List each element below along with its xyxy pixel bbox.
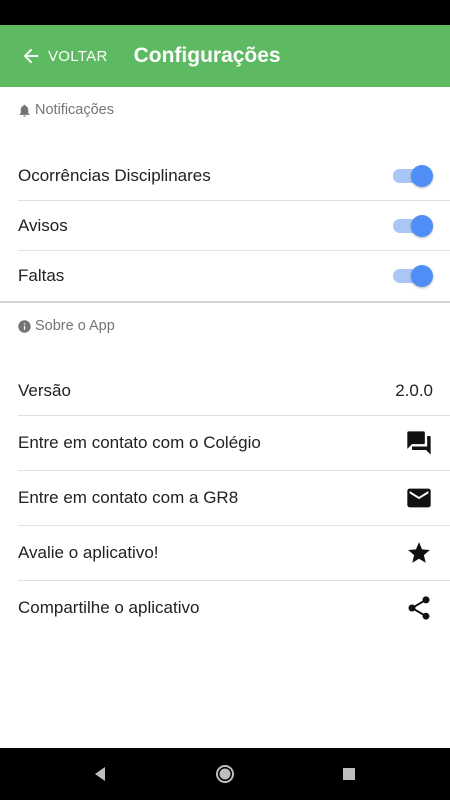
section-divider <box>0 301 450 303</box>
setting-row-ocorrencias[interactable]: Ocorrências Disciplinares <box>0 151 450 201</box>
nav-back-icon[interactable] <box>88 762 112 786</box>
chat-icon[interactable] <box>405 429 433 457</box>
share-app-label: Compartilhe o aplicativo <box>18 598 200 617</box>
version-value: 2.0.0 <box>395 381 433 400</box>
version-label: Versão <box>18 381 71 400</box>
faltas-toggle[interactable] <box>393 264 433 288</box>
star-icon[interactable] <box>405 539 433 567</box>
version-row: Versão 2.0.0 <box>0 366 450 416</box>
setting-label: Ocorrências Disciplinares <box>18 166 211 185</box>
nav-recents-icon[interactable] <box>337 762 361 786</box>
notifications-section-header: Notificações <box>0 102 114 118</box>
switch-thumb <box>411 265 433 287</box>
page-title: Configurações <box>133 44 281 67</box>
contact-school-label: Entre em contato com o Colégio <box>18 433 261 452</box>
about-header-label: Sobre o App <box>35 318 115 334</box>
rate-app-label: Avalie o aplicativo! <box>18 543 159 562</box>
switch-thumb <box>411 215 433 237</box>
share-app-row[interactable]: Compartilhe o aplicativo <box>0 581 450 635</box>
app-bar: VOLTAR Configurações <box>0 25 450 87</box>
navigation-bar <box>0 748 450 800</box>
notifications-header-label: Notificações <box>35 102 114 118</box>
ocorrencias-toggle[interactable] <box>393 164 433 188</box>
about-section-header: Sobre o App <box>0 318 115 334</box>
nav-home-icon[interactable] <box>213 762 237 786</box>
contact-gr8-label: Entre em contato com a GR8 <box>18 488 239 507</box>
bell-icon <box>19 104 30 117</box>
contact-school-row[interactable]: Entre em contato com o Colégio <box>0 416 450 470</box>
back-label: VOLTAR <box>48 47 108 65</box>
arrow-back-icon <box>23 48 39 64</box>
setting-row-faltas[interactable]: Faltas <box>0 251 450 301</box>
info-icon <box>18 319 31 333</box>
mail-icon[interactable] <box>405 484 433 512</box>
setting-label: Avisos <box>18 216 68 235</box>
back-button[interactable]: VOLTAR <box>0 25 118 87</box>
avisos-toggle[interactable] <box>393 214 433 238</box>
contact-gr8-row[interactable]: Entre em contato com a GR8 <box>0 471 450 525</box>
setting-row-avisos[interactable]: Avisos <box>0 201 450 251</box>
status-bar <box>0 0 450 25</box>
switch-thumb <box>411 165 433 187</box>
setting-label: Faltas <box>18 266 65 285</box>
share-icon[interactable] <box>405 594 433 622</box>
rate-app-row[interactable]: Avalie o aplicativo! <box>0 526 450 580</box>
